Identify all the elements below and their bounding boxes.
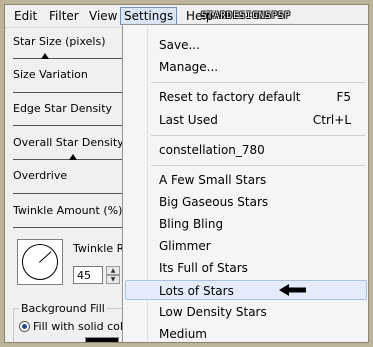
star-size-slider[interactable]	[13, 58, 125, 59]
menu-separator	[151, 135, 365, 136]
menu-item-bling-bling[interactable]: Bling Bling	[125, 214, 367, 234]
menu-item-big-gaseous-stars[interactable]: Big Gaseous Stars	[125, 192, 367, 212]
menu-item-save[interactable]: Save...	[125, 35, 367, 55]
menu-item-label: Low Density Stars	[159, 305, 267, 319]
twinkle-rotation-input[interactable]: 45	[73, 266, 103, 284]
menu-item-label: Big Gaseous Stars	[159, 195, 269, 209]
left-arrow-icon	[279, 284, 306, 296]
radio-dot	[22, 324, 27, 329]
spin-down-button[interactable]: ▼	[106, 275, 120, 284]
menu-item-label: Reset to factory default	[159, 90, 301, 104]
overdrive-slider[interactable]	[13, 193, 125, 194]
star-size-label: Star Size (pixels)	[13, 35, 106, 48]
fill-solid-label: Fill with solid color	[33, 320, 135, 333]
overall-density-slider-thumb[interactable]	[69, 154, 77, 160]
menu-item-medium[interactable]: Medium	[125, 324, 367, 342]
menu-item-last-used[interactable]: Last Used Ctrl+L	[125, 110, 367, 130]
menu-settings[interactable]: Settings	[120, 7, 178, 25]
size-variation-slider[interactable]	[13, 92, 125, 93]
dialog-window: Edit Filter View Settings Help STARDESIG…	[4, 4, 369, 343]
menu-item-manage[interactable]: Manage...	[125, 57, 367, 77]
twinkle-rotation-label: Twinkle R	[73, 242, 125, 255]
rotation-dial[interactable]	[17, 239, 63, 285]
menu-item-label: constellation_780	[159, 143, 265, 157]
fill-color-swatch[interactable]	[85, 337, 119, 342]
twinkle-amount-slider[interactable]	[13, 227, 125, 228]
twinkle-amount-label: Twinkle Amount (%)	[13, 204, 123, 217]
menu-view[interactable]: View	[86, 8, 120, 24]
watermark-text: STARDESIGNSPSP	[201, 11, 291, 21]
menu-item-label: A Few Small Stars	[159, 173, 267, 187]
menu-item-lots-of-stars[interactable]: Lots of Stars	[125, 280, 367, 300]
menu-item-its-full-of-stars[interactable]: Its Full of Stars	[125, 258, 367, 278]
menu-item-few-small-stars[interactable]: A Few Small Stars	[125, 170, 367, 190]
background-fill-label: Background Fill	[19, 302, 107, 315]
menu-separator	[151, 165, 365, 166]
star-size-slider-thumb[interactable]	[41, 53, 49, 59]
fill-solid-radio[interactable]	[19, 321, 30, 332]
menu-item-label: Last Used	[159, 113, 218, 127]
menu-filter[interactable]: Filter	[46, 8, 82, 24]
menu-separator	[151, 82, 365, 83]
menu-item-reset[interactable]: Reset to factory default F5	[125, 87, 367, 107]
menu-item-label: Medium	[159, 327, 207, 341]
menu-item-label: Glimmer	[159, 239, 211, 253]
settings-dropdown-menu: Save... Manage... Reset to factory defau…	[122, 24, 368, 342]
menu-item-label: Its Full of Stars	[159, 261, 248, 275]
overall-density-label: Overall Star Density	[13, 136, 124, 149]
menu-item-label: Save...	[159, 38, 200, 52]
edge-density-slider[interactable]	[13, 125, 125, 126]
menu-item-shortcut: F5	[336, 90, 351, 104]
menu-item-low-density-stars[interactable]: Low Density Stars	[125, 302, 367, 322]
menu-item-label: Bling Bling	[159, 217, 224, 231]
overdrive-label: Overdrive	[13, 169, 68, 182]
menu-item-constellation[interactable]: constellation_780	[125, 140, 367, 160]
spin-up-button[interactable]: ▲	[106, 266, 120, 275]
menu-item-label: Lots of Stars	[159, 284, 234, 298]
menu-edit[interactable]: Edit	[11, 8, 40, 24]
menu-item-label: Manage...	[159, 60, 219, 74]
menu-item-shortcut: Ctrl+L	[312, 113, 351, 127]
size-variation-label: Size Variation	[13, 68, 88, 81]
edge-density-label: Edge Star Density	[13, 102, 113, 115]
menu-item-glimmer[interactable]: Glimmer	[125, 236, 367, 256]
